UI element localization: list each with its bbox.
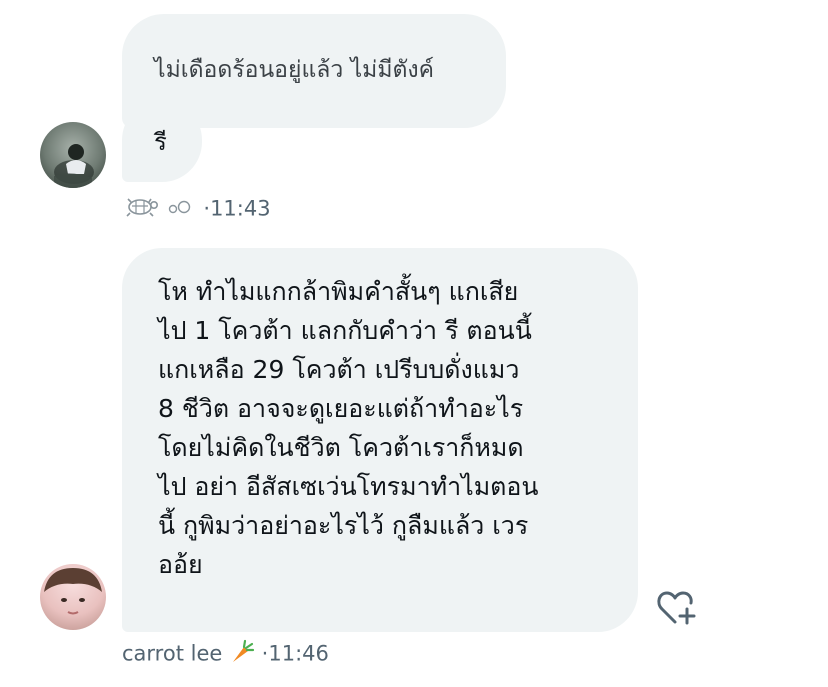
- avatar-photo-icon: [44, 568, 102, 615]
- heart-plus-icon: [657, 591, 696, 625]
- avatar[interactable]: [40, 122, 106, 188]
- message-line: โห ทำไมแกกล้าพิมคำสั้นๆ แกเสีย: [158, 277, 519, 306]
- message-line: โดยไม่คิดในชีวิต โควต้าเราก็หมด: [158, 433, 524, 462]
- message-meta: carrot lee ·11:46: [122, 638, 329, 671]
- message-bubble[interactable]: รี: [122, 100, 202, 182]
- avatar[interactable]: [40, 564, 106, 630]
- message-text: รี: [154, 128, 167, 156]
- message-line: 8 ชีวิต อาจจะดูเยอะแต่ถ้าทำอะไร: [158, 394, 524, 423]
- timestamp: 11:43: [210, 196, 271, 221]
- carrot-icon: [229, 638, 255, 671]
- turtle-icon: [122, 194, 160, 225]
- message-meta: ·11:43: [122, 194, 271, 225]
- message-line: แกเหลือ 29 โควต้า เปรีบบดั่งแมว: [158, 355, 520, 384]
- message-text: ไม่เดือดร้อนอยู่แล้ว ไม่มีตังค์: [154, 57, 435, 83]
- message-bubble[interactable]: โห ทำไมแกกล้าพิมคำสั้นๆ แกเสีย ไป 1 โควต…: [122, 248, 638, 632]
- sender-name: carrot lee: [122, 641, 223, 666]
- message-line: ไป 1 โควต้า แลกกับคำว่า รี ตอนนี้: [158, 316, 532, 345]
- message-line: ไป อย่า อีสัสเซเว่นโทรมาทำไมตอน: [158, 472, 539, 501]
- bubbles-icon: [167, 196, 197, 224]
- avatar-photo-icon: [54, 144, 94, 188]
- message-line: ออ้ย: [158, 550, 203, 579]
- message-line: นี้ กูพิมว่าอย่าอะไรไว้ กูลืมแล้ว เวร: [158, 511, 529, 540]
- timestamp: 11:46: [268, 641, 329, 666]
- add-reaction-button[interactable]: [656, 588, 698, 628]
